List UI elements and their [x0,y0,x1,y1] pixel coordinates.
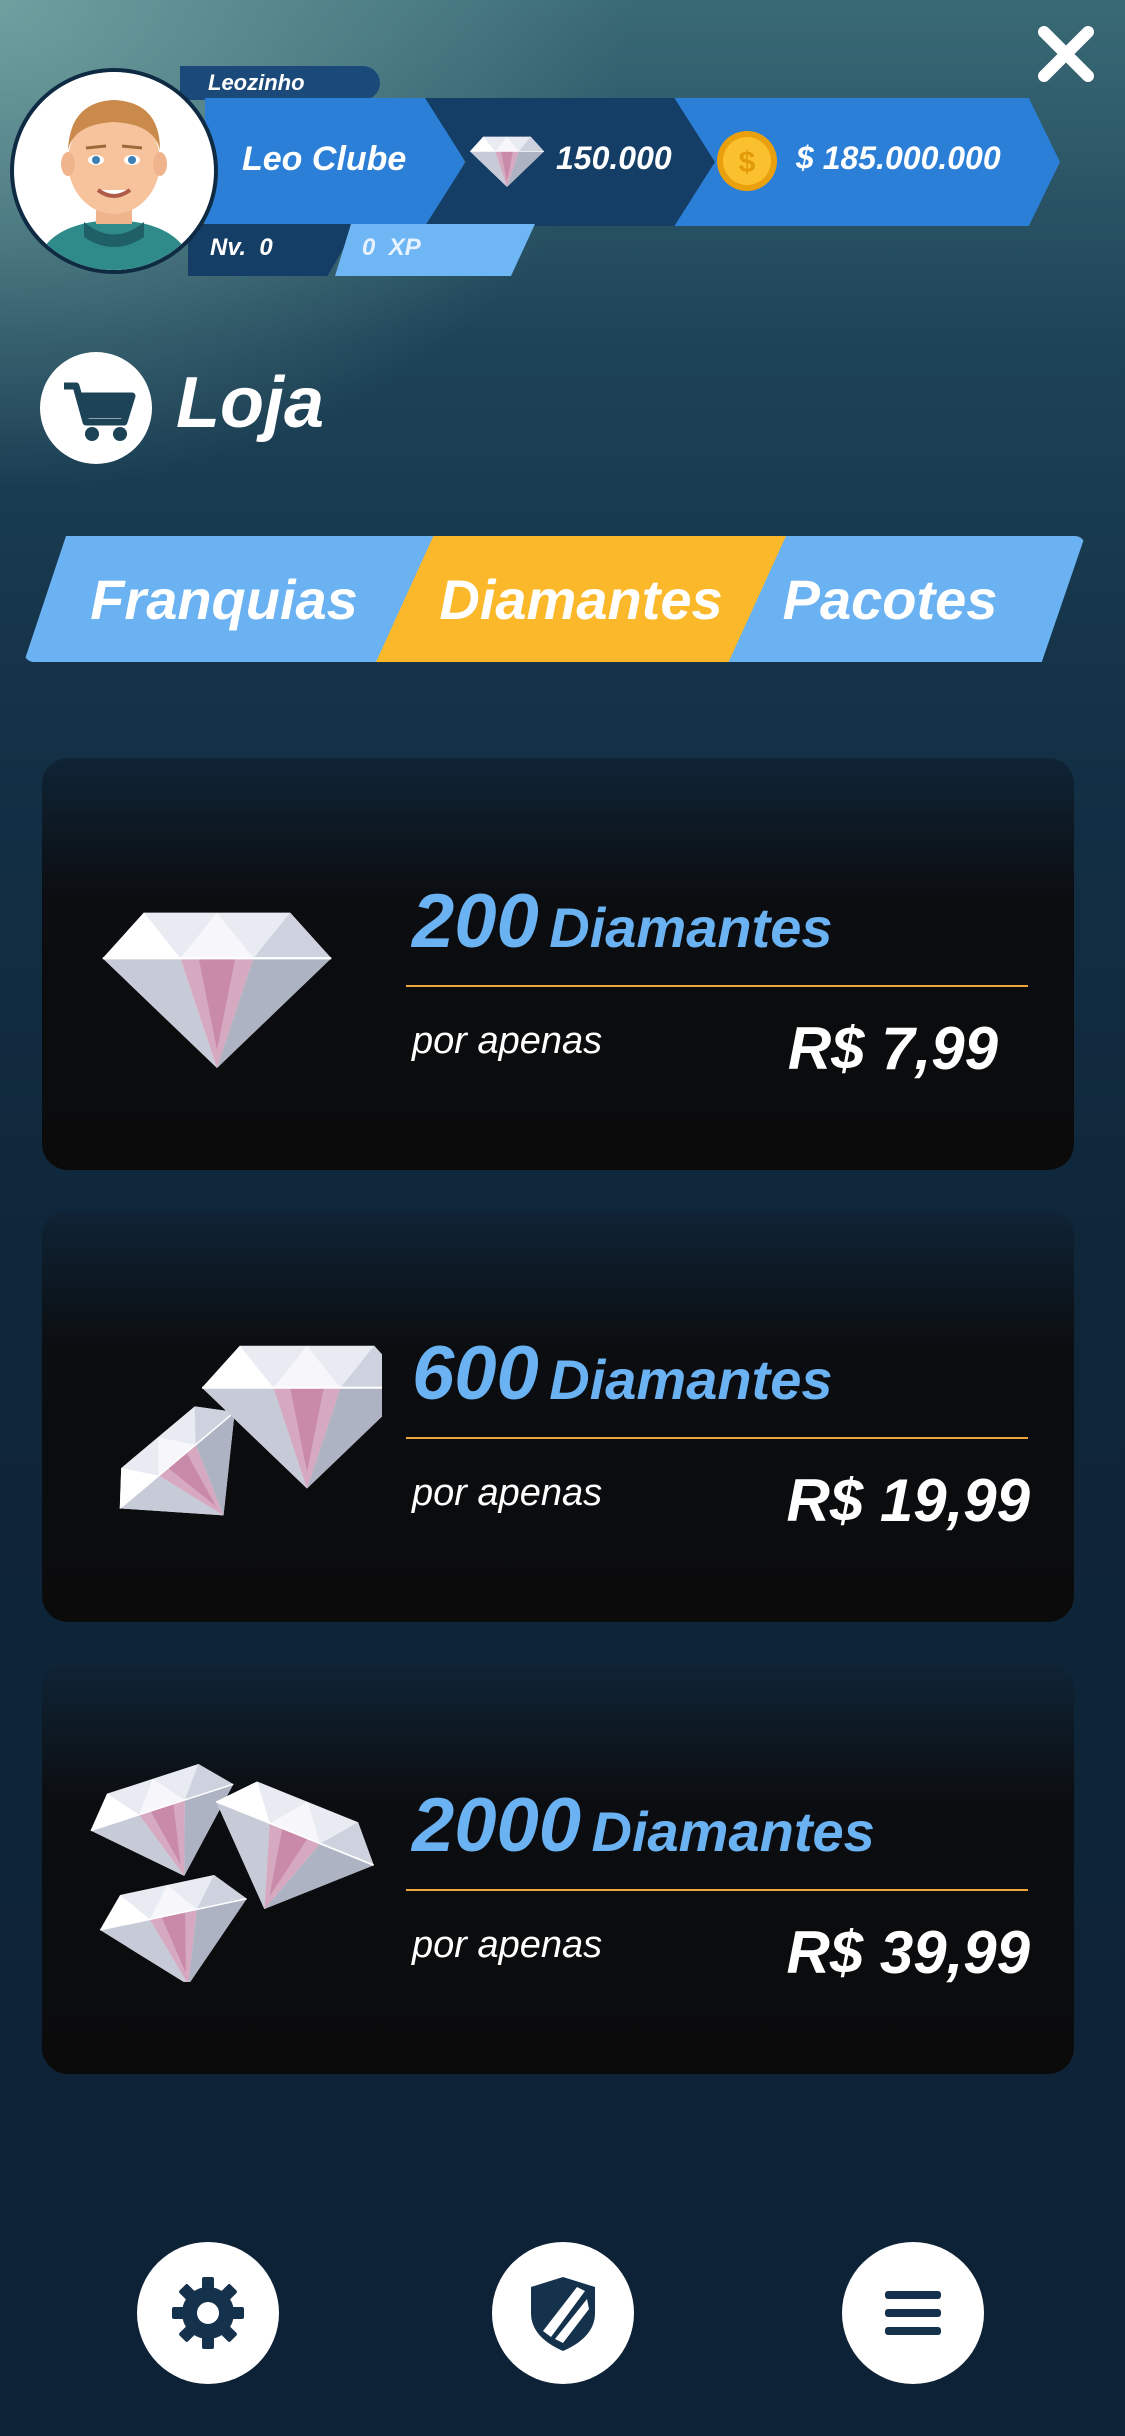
offer-subtitle: por apenas [412,1472,603,1514]
settings-button[interactable] [137,2242,279,2384]
tab-label: Pacotes [782,567,998,631]
offer-price: R$ 7,99 [787,1015,998,1082]
diamond-icon [102,911,332,1068]
offer-amount: 2000 Diamantes [412,1782,875,1869]
club-button[interactable] [492,2242,634,2384]
close-icon [1038,26,1094,82]
username-tag: Leozinho [180,66,380,100]
level-label: Nv. 0 [210,234,273,262]
offer-card-2000[interactable]: 2000 Diamantes por apenas R$ 39,99 [42,1662,1074,2074]
offer-divider [406,985,1028,987]
tab-label: Diamantes [439,567,723,631]
xp-label: 0 XP [362,234,421,262]
shield-icon [531,2277,595,2351]
diamonds-icon [99,1344,382,1530]
offer-quantity: 200 [412,879,539,964]
level-prefix: Nv. [210,234,247,261]
gear-icon [172,2277,244,2349]
cart-icon [64,382,136,441]
money-count: $ 185.000.000 [796,140,1001,176]
offer-card-600[interactable]: 600 Diamantes por apenas R$ 19,99 [42,1210,1074,1622]
coin-icon: $ [717,131,777,191]
offer-card-200[interactable]: 200 Diamantes por apenas R$ 7,99 [42,758,1074,1170]
menu-button[interactable] [842,2242,984,2384]
menu-icon [885,2291,941,2335]
close-button[interactable] [1036,24,1096,84]
xp-unit: XP [388,234,421,261]
offer-price: R$ 19,99 [786,1467,1030,1534]
offer-unit: Diamantes [549,896,833,959]
player-avatar-image [15,72,213,270]
offer-quantity: 600 [412,1331,539,1416]
offer-divider [406,1437,1028,1439]
shop-icon-badge [40,352,152,464]
diamond-icon [470,132,544,190]
diamond-pile-icon [82,1754,382,1982]
avatar[interactable] [10,68,218,274]
tab-pacotes[interactable]: Pacotes [725,536,1085,662]
xp-value: 0 [362,234,376,261]
svg-text:$: $ [739,146,756,179]
offer-price: R$ 39,99 [786,1919,1030,1986]
offer-subtitle: por apenas [412,1020,603,1062]
club-name: Leo Clube [242,140,407,178]
offer-unit: Diamantes [591,1800,875,1863]
tab-diamantes[interactable]: Diamantes [376,536,786,662]
page-title: Loja [176,363,325,443]
diamond-count: 150.000 [556,140,672,176]
offer-unit: Diamantes [549,1348,833,1411]
offer-amount: 600 Diamantes [412,1330,833,1417]
username: Leozinho [208,70,305,95]
tab-franquias[interactable]: Franquias [24,536,444,662]
offer-subtitle: por apenas [412,1924,603,1966]
offer-quantity: 2000 [412,1783,582,1868]
offer-divider [406,1889,1028,1891]
level-value: 0 [259,234,273,261]
offer-amount: 200 Diamantes [412,878,833,965]
tab-label: Franquias [90,567,358,631]
